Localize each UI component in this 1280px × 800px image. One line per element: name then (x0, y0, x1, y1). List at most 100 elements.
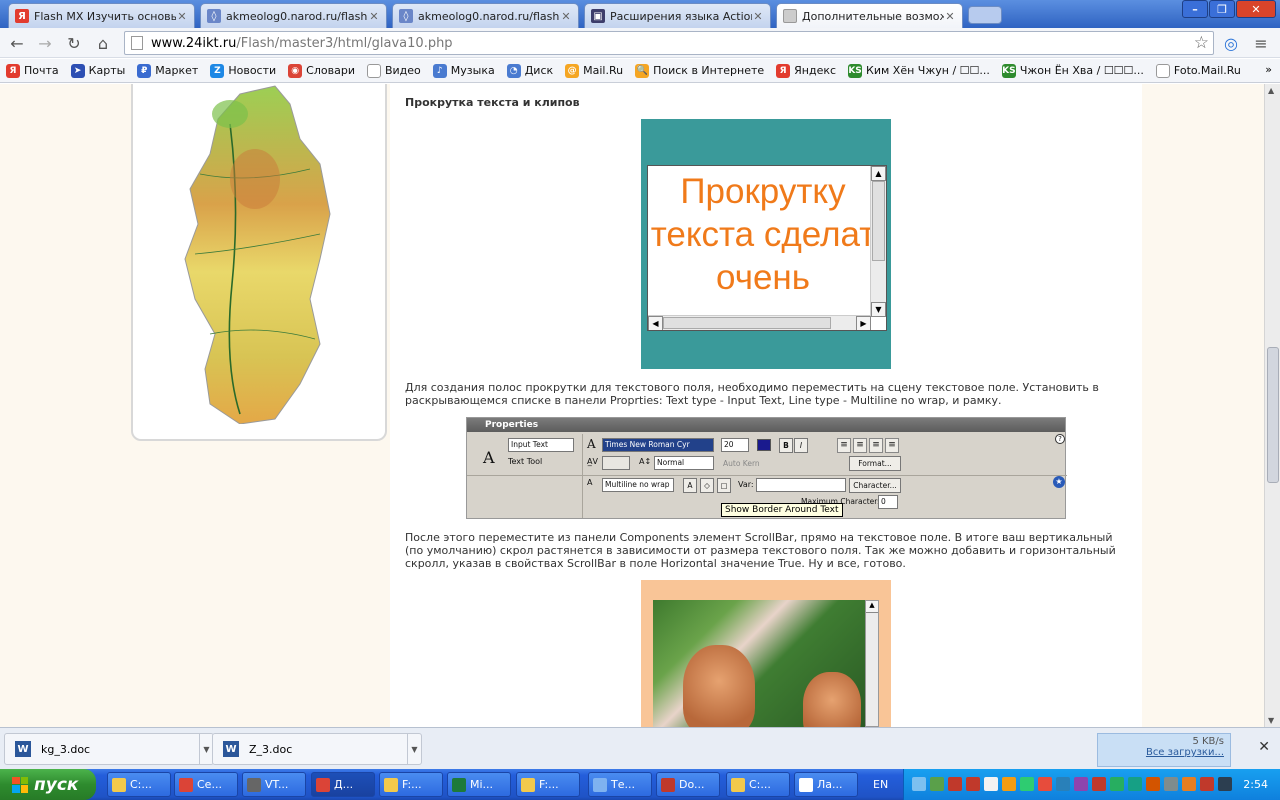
relief-map-image (184, 85, 331, 424)
taskbar-button[interactable]: C:... (726, 772, 790, 797)
new-tab-button[interactable] (968, 6, 1002, 24)
bookmarks-overflow-button[interactable]: » (1265, 63, 1272, 76)
close-icon[interactable]: ✕ (1258, 739, 1270, 755)
close-icon[interactable]: ✕ (560, 10, 572, 23)
horizontal-scrollbar[interactable]: ◀ ▶ (648, 315, 871, 330)
tray-icon[interactable] (1038, 777, 1052, 791)
app-icon (452, 777, 466, 792)
scroll-up-arrow-icon[interactable]: ▲ (866, 601, 878, 613)
tray-icon[interactable] (1182, 777, 1196, 791)
bookmark-item[interactable]: Z Новости (210, 63, 276, 78)
tray-icon[interactable] (1056, 777, 1070, 791)
scroll-up-arrow-icon[interactable]: ▲ (1268, 86, 1274, 95)
tray-icon[interactable] (1218, 777, 1232, 791)
text-type-select: Input Text (508, 438, 574, 452)
close-icon[interactable]: ✕ (944, 10, 956, 23)
extension-icon[interactable]: ◎ (1220, 33, 1242, 53)
close-icon[interactable]: ✕ (368, 10, 380, 23)
position-select: Normal (654, 456, 714, 470)
taskbar-button[interactable]: Се... (174, 772, 238, 797)
start-button[interactable]: пуск (0, 769, 96, 800)
scroll-down-arrow-icon[interactable]: ▼ (871, 302, 886, 317)
address-bar[interactable]: www.24ikt.ru/Flash/master3/html/glava10.… (124, 31, 1214, 55)
instruction-paragraph: Для создания полос прокрутки для текстов… (405, 381, 1099, 407)
forward-arrow-icon[interactable]: → (34, 33, 56, 53)
tray-icon[interactable] (1164, 777, 1178, 791)
taskbar-button[interactable]: C:... (107, 772, 171, 797)
chevron-down-icon[interactable]: ▼ (199, 734, 213, 764)
download-item[interactable]: W kg_3.doc ▼ (4, 733, 214, 765)
browser-tab[interactable]: ▣ Расширения языка ActionSc✕ (584, 3, 771, 28)
scroll-left-arrow-icon[interactable]: ◀ (648, 316, 663, 330)
tray-icon[interactable] (984, 777, 998, 791)
scroll-down-arrow-icon[interactable]: ▼ (1268, 716, 1274, 725)
tray-icon[interactable] (1020, 777, 1034, 791)
tray-icon[interactable] (966, 777, 980, 791)
taskbar-button[interactable]: VT... (242, 772, 306, 797)
bookmark-item[interactable]: Я Почта (6, 63, 59, 78)
bookmark-item[interactable]: Я Яндекс (776, 63, 836, 78)
taskbar-button[interactable]: Ла... (794, 772, 858, 797)
clip-scrollbar[interactable]: ▲ (865, 600, 879, 727)
close-icon[interactable]: ✕ (176, 10, 188, 23)
bookmark-item[interactable]: KS Ким Хён Чжун / ☐☐... (848, 63, 990, 78)
app-icon (179, 777, 193, 792)
yandex-icon: Я (776, 63, 791, 78)
taskbar-button[interactable]: F:... (516, 772, 580, 797)
chrome-icon: ◉ (288, 63, 303, 78)
scrollbar-thumb[interactable] (663, 317, 831, 329)
tray-icon[interactable] (1002, 777, 1016, 791)
tray-icon[interactable] (1110, 777, 1124, 791)
scrollbar-thumb[interactable] (872, 181, 885, 261)
bookmark-item[interactable]: KS Чжон Ён Хва / ☐☐☐... (1001, 63, 1144, 78)
maximize-button[interactable]: ❐ (1209, 0, 1235, 18)
bookmark-item[interactable]: Foto.Mail.Ru (1155, 63, 1241, 78)
minimize-button[interactable]: – (1182, 0, 1208, 18)
taskbar-button[interactable]: Те... (588, 772, 652, 797)
tray-icon[interactable] (1146, 777, 1160, 791)
back-arrow-icon[interactable]: ← (6, 33, 28, 53)
tray-icon[interactable] (1200, 777, 1214, 791)
browser-tab[interactable]: Дополнительные возможно✕ (776, 3, 963, 28)
menu-icon[interactable]: ≡ (1250, 33, 1272, 53)
page-scrollbar-thumb[interactable] (1267, 347, 1279, 483)
scroll-up-arrow-icon[interactable]: ▲ (871, 166, 886, 181)
download-item[interactable]: W Z_3.doc ▼ (212, 733, 422, 765)
start-label: пуск (34, 774, 79, 795)
bookmark-item[interactable]: ◉ Словари (288, 63, 355, 78)
close-icon[interactable]: ✕ (752, 10, 764, 23)
all-downloads-link[interactable]: 5 KB/s Все загрузки... (1097, 733, 1231, 767)
bookmark-item[interactable]: 🔍 Поиск в Интернете (635, 63, 764, 78)
bookmark-item[interactable]: ◔ Диск (506, 63, 553, 78)
reload-icon[interactable]: ↻ (63, 33, 85, 53)
taskbar-button[interactable]: Do... (656, 772, 720, 797)
taskbar-button[interactable]: F:... (379, 772, 443, 797)
close-window-button[interactable]: ✕ (1236, 0, 1276, 18)
scroll-right-arrow-icon[interactable]: ▶ (856, 316, 871, 330)
bookmark-item[interactable]: ₽ Маркет (137, 63, 199, 78)
scroll-text-field[interactable]: Прокрутку текста сделат очень ▲ ▼ ◀ ▶ (647, 165, 887, 331)
taskbar-button[interactable]: Mi... (447, 772, 511, 797)
language-indicator[interactable]: EN (873, 778, 888, 791)
star-icon[interactable]: ☆ (1194, 33, 1209, 53)
tray-icon[interactable] (1128, 777, 1142, 791)
tray-icon[interactable] (1092, 777, 1106, 791)
tray-icon[interactable] (1074, 777, 1088, 791)
tray-icon[interactable] (912, 777, 926, 791)
browser-tab[interactable]: ◊ akmeolog0.narod.ru/flash6/(✕ (200, 3, 387, 28)
bookmark-item[interactable]: ♪ Музыка (432, 63, 495, 78)
tray-icon[interactable] (930, 777, 944, 791)
page-icon (131, 36, 143, 50)
taskbar-button[interactable]: Д... (311, 772, 375, 797)
browser-tab[interactable]: Я Flash MX Изучить основы пр✕ (8, 3, 195, 28)
bookmark-label: Маркет (155, 64, 199, 77)
browser-tab[interactable]: ◊ akmeolog0.narod.ru/flash6/(✕ (392, 3, 579, 28)
bookmark-item[interactable]: @ Mail.Ru (565, 63, 623, 78)
page-scrollbar[interactable]: ▲ ▼ (1264, 84, 1280, 727)
home-icon[interactable]: ⌂ (92, 33, 114, 53)
bookmark-item[interactable]: Видео (366, 63, 421, 78)
tray-icon[interactable] (948, 777, 962, 791)
bookmark-item[interactable]: ➤ Карты (70, 63, 125, 78)
chevron-down-icon[interactable]: ▼ (407, 734, 421, 764)
vertical-scrollbar[interactable]: ▲ ▼ (870, 166, 886, 317)
